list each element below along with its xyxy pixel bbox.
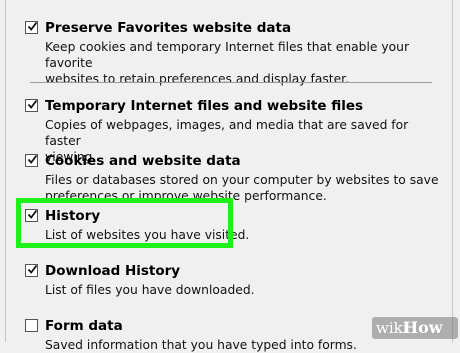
preserve-favorites-label[interactable]: Preserve Favorites website data <box>45 19 291 37</box>
form-data-label[interactable]: Form data <box>45 317 123 335</box>
dialog-left-border <box>5 0 6 342</box>
option-cookies: Cookies and website data Files or databa… <box>22 152 442 204</box>
history-highlight-box <box>16 198 233 248</box>
checkmark-icon <box>27 154 38 164</box>
temporary-files-checkbox[interactable] <box>25 99 38 112</box>
checkmark-icon <box>27 21 38 31</box>
option-download-history: Download History List of files you have … <box>22 262 442 298</box>
form-data-checkbox[interactable] <box>25 319 38 332</box>
wikihow-watermark: wiki How <box>372 317 458 339</box>
preserve-favorites-description: Keep cookies and temporary Internet file… <box>45 40 409 86</box>
checkmark-icon <box>27 99 38 109</box>
cookies-checkbox[interactable] <box>25 154 38 167</box>
form-data-description: Saved information that you have typed in… <box>45 338 357 352</box>
download-history-description: List of files you have downloaded. <box>45 283 255 297</box>
cookies-label[interactable]: Cookies and website data <box>45 152 241 170</box>
download-history-checkbox[interactable] <box>25 264 38 277</box>
option-preserve-favorites: Preserve Favorites website data Keep coo… <box>22 19 442 87</box>
preserve-favorites-checkbox[interactable] <box>25 21 38 34</box>
delete-browsing-history-dialog: Preserve Favorites website data Keep coo… <box>0 0 460 352</box>
temporary-files-label[interactable]: Temporary Internet files and website fil… <box>45 97 363 115</box>
dialog-right-border <box>452 0 453 342</box>
download-history-label[interactable]: Download History <box>45 262 180 280</box>
checkmark-icon <box>27 264 38 274</box>
separator <box>30 82 432 83</box>
